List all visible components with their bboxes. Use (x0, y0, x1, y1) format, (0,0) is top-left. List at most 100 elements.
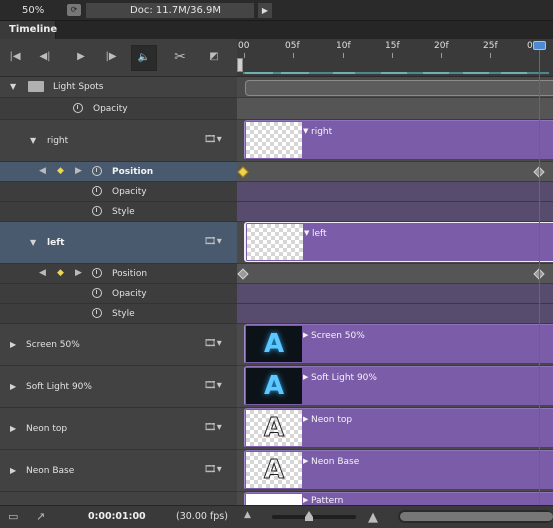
previous-keyframe-icon[interactable]: ◀ (39, 268, 46, 278)
stopwatch-icon[interactable] (92, 186, 102, 196)
track-right: ▼ right (237, 120, 553, 162)
track-property (237, 284, 553, 304)
document-size: Doc: 11.7M/36.9M (86, 3, 254, 18)
track-neon-base: A ▶ Neon Base (237, 450, 553, 492)
track-neon-top: A ▶ Neon top (237, 408, 553, 450)
zoom-in-icon[interactable]: ▲ (368, 510, 378, 525)
ruler-label: 10f (336, 41, 351, 51)
layer-row-light-spots[interactable]: ▼ Light Spots (0, 77, 237, 98)
layer-label: Neon Base (26, 466, 75, 476)
clip-neon-base[interactable]: A ▶ Neon Base (244, 450, 553, 490)
clip-soft-light[interactable]: A ▶ Soft Light 90% (244, 366, 553, 406)
scrollbar-thumb[interactable] (400, 512, 553, 521)
next-frame-icon[interactable]: |▶ (102, 49, 120, 65)
stopwatch-icon[interactable] (73, 103, 83, 113)
clip-neon-top[interactable]: A ▶ Neon top (244, 408, 553, 448)
stopwatch-icon[interactable] (92, 206, 102, 216)
keyframe[interactable] (237, 268, 249, 280)
next-keyframe-icon[interactable]: ▶ (75, 268, 82, 278)
layer-row-left[interactable]: ▼ left 🎞▾ (0, 222, 237, 264)
expand-triangle-icon[interactable]: ▼ (10, 82, 16, 91)
layer-row-neon-top[interactable]: ▶ Neon top 🎞▾ (0, 408, 237, 450)
layer-label: left (47, 238, 65, 248)
layer-row-soft-light[interactable]: ▶ Soft Light 90% 🎞▾ (0, 366, 237, 408)
audio-icon[interactable]: 🔈 (131, 45, 157, 71)
property-row-position: ◀ ◆ ▶ Position (0, 162, 237, 182)
outline-a-icon: A (263, 413, 285, 444)
panel-tab-bar: Timeline (0, 21, 553, 39)
clip-expand-icon[interactable]: ▶ (303, 373, 308, 381)
time-ruler[interactable]: 00 05f 10f 15f 20f 25f 0 (237, 39, 553, 77)
previous-keyframe-icon[interactable]: ◀ (39, 166, 46, 176)
folder-icon (28, 81, 44, 92)
track-property (237, 202, 553, 222)
status-menu-arrow-icon[interactable]: ▶ (258, 3, 272, 18)
property-row-style: Style (0, 202, 237, 222)
layer-row-right[interactable]: ▼ right 🎞▾ (0, 120, 237, 162)
property-row-opacity: Opacity (0, 182, 237, 202)
keyframe[interactable] (237, 166, 249, 178)
film-strip-icon[interactable]: 🎞▾ (204, 464, 222, 475)
group-bar[interactable] (245, 80, 553, 96)
clip-pattern[interactable]: ▶ Pattern (244, 492, 553, 505)
previous-frame-icon[interactable]: ◀| (36, 49, 54, 65)
layer-row-screen[interactable]: ▶ Screen 50% 🎞▾ (0, 324, 237, 366)
clip-thumbnail (247, 224, 303, 260)
clip-left[interactable]: ▼ left (244, 222, 553, 262)
scissors-icon[interactable]: ✂ (171, 49, 189, 65)
layer-row-pattern[interactable] (0, 492, 237, 505)
first-frame-icon[interactable]: |◀ (6, 49, 24, 65)
playhead-line (539, 47, 540, 505)
layer-panel: |◀ ◀| ▶ |▶ 🔈 ✂ ◩ ▼ Light Spots Opacity ▼… (0, 39, 237, 505)
clip-screen[interactable]: A ▶ Screen 50% (244, 324, 553, 364)
clip-expand-icon[interactable]: ▼ (303, 127, 308, 135)
render-icon[interactable]: ↗ (36, 510, 45, 523)
clip-expand-icon[interactable]: ▶ (303, 331, 308, 339)
convert-icon[interactable]: ▭ (8, 510, 18, 523)
clip-thumbnail: A (246, 368, 302, 404)
expand-triangle-icon[interactable]: ▼ (30, 136, 36, 145)
film-strip-icon[interactable]: 🎞▾ (204, 236, 222, 247)
zoom-slider[interactable] (272, 515, 356, 519)
film-strip-icon[interactable]: 🎞▾ (204, 134, 222, 145)
film-strip-icon[interactable]: 🎞▾ (204, 380, 222, 391)
collapse-triangle-icon[interactable]: ▶ (10, 466, 16, 475)
stopwatch-icon[interactable] (92, 166, 102, 176)
stopwatch-icon[interactable] (92, 308, 102, 318)
clip-expand-icon[interactable]: ▶ (303, 496, 308, 504)
zoom-slider-knob[interactable] (305, 511, 313, 521)
share-icon[interactable]: ⟳ (67, 4, 81, 16)
transition-icon[interactable]: ◩ (205, 49, 223, 65)
zoom-out-icon[interactable]: ▲ (244, 510, 251, 520)
film-strip-icon[interactable]: 🎞▾ (204, 422, 222, 433)
track-pattern: ▶ Pattern (237, 492, 553, 505)
add-keyframe-icon[interactable]: ◆ (57, 166, 64, 176)
frame-rate: (30.00 fps) (176, 511, 228, 522)
collapse-triangle-icon[interactable]: ▶ (10, 340, 16, 349)
zoom-level[interactable]: 50% (0, 3, 62, 18)
clip-thumbnail: A (246, 452, 302, 488)
film-strip-icon[interactable]: 🎞▾ (204, 338, 222, 349)
clip-expand-icon[interactable]: ▶ (303, 457, 308, 465)
playhead-handle[interactable] (533, 41, 546, 50)
add-keyframe-icon[interactable]: ◆ (57, 268, 64, 278)
current-time[interactable]: 0:00:01:00 (88, 511, 146, 522)
play-icon[interactable]: ▶ (72, 49, 90, 65)
clip-expand-icon[interactable]: ▼ (304, 229, 309, 237)
clip-right[interactable]: ▼ right (244, 120, 553, 160)
ruler-tick (244, 53, 245, 58)
work-area-start-handle[interactable] (237, 58, 243, 72)
tab-timeline[interactable]: Timeline (0, 21, 57, 39)
collapse-triangle-icon[interactable]: ▶ (10, 424, 16, 433)
stopwatch-icon[interactable] (92, 288, 102, 298)
expand-triangle-icon[interactable]: ▼ (30, 238, 36, 247)
property-label: Style (112, 309, 135, 319)
property-row-position: ◀ ◆ ▶ Position (0, 264, 237, 284)
clip-expand-icon[interactable]: ▶ (303, 415, 308, 423)
stopwatch-icon[interactable] (92, 268, 102, 278)
collapse-triangle-icon[interactable]: ▶ (10, 382, 16, 391)
next-keyframe-icon[interactable]: ▶ (75, 166, 82, 176)
ruler-label: 25f (483, 41, 498, 51)
layer-row-neon-base[interactable]: ▶ Neon Base 🎞▾ (0, 450, 237, 492)
cache-segment (501, 72, 527, 74)
